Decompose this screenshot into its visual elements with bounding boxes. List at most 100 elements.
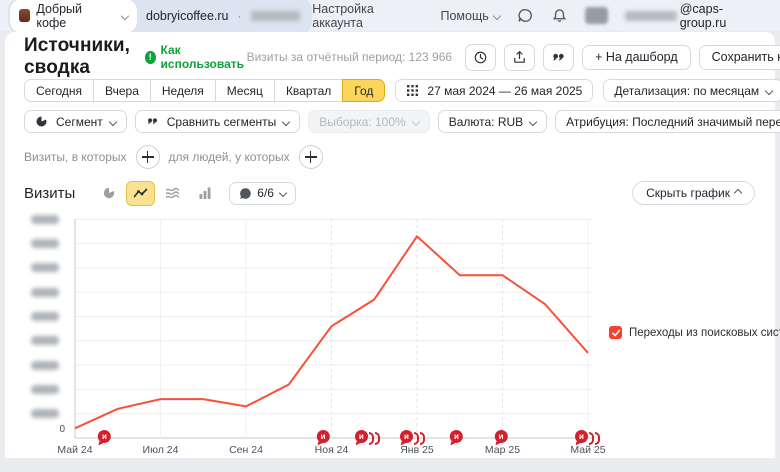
- segment-toolbar: Сегмент Сравнить сегменты Выборка: 100% …: [24, 110, 755, 133]
- annotation-marker-stacked[interactable]: и: [575, 430, 600, 445]
- chevron-down-icon: [411, 117, 419, 125]
- report-card: Источники, сводка ! Как использовать Виз…: [5, 32, 775, 458]
- check-icon: [611, 328, 621, 338]
- topbar: Добрый кофе dobryicoffee.ru · Настройка …: [0, 0, 780, 31]
- y-tick-label-redacted: [31, 312, 59, 321]
- chevron-up-icon: [734, 189, 742, 197]
- how-to-use-label: Как использовать: [161, 43, 247, 71]
- chevron-down-icon: [279, 189, 287, 197]
- chevron-down-icon: [765, 86, 773, 94]
- period-preset-Квартал[interactable]: Квартал: [275, 79, 343, 102]
- sampling-value: Выборка: 100%: [319, 115, 405, 129]
- stacked-arc-icon: [414, 432, 419, 445]
- y-tick-label-redacted: [31, 361, 59, 370]
- notifications-bell-icon[interactable]: [551, 7, 568, 24]
- email-prefix-redacted: [625, 11, 677, 21]
- chevron-down-icon: [282, 117, 290, 125]
- annotation-marker[interactable]: и: [98, 430, 111, 443]
- how-to-use-link[interactable]: ! Как использовать: [145, 43, 246, 71]
- y-tick-zero: 0: [51, 424, 65, 435]
- chevron-down-icon: [493, 11, 501, 19]
- annotation-marker-stacked[interactable]: и: [400, 430, 425, 445]
- counter-brand-pill[interactable]: Добрый кофе: [10, 0, 137, 33]
- annotation-marker[interactable]: и: [450, 430, 463, 443]
- period-preset-Вчера[interactable]: Вчера: [94, 79, 151, 102]
- save-as-split-button: Сохранить как: [699, 45, 780, 70]
- attribution-dropdown[interactable]: Атрибуция: Последний значимый переход кд: [555, 110, 780, 133]
- add-people-condition-button[interactable]: [299, 145, 323, 169]
- chevron-down-icon: [529, 117, 537, 125]
- legend-item[interactable]: Переходы из поисковых систем: [609, 326, 780, 339]
- y-tick-label-redacted: [31, 288, 59, 297]
- visits-line-chart[interactable]: 0 Май 24Июл 24Сен 24Ноя 24Янв 25Мар 25Ма…: [5, 206, 775, 458]
- help-menu[interactable]: Помощь: [441, 9, 500, 23]
- y-tick-label-redacted: [31, 336, 59, 345]
- export-button[interactable]: [504, 44, 535, 71]
- user-email[interactable]: @caps-group.ru: [625, 2, 766, 30]
- account-settings-link[interactable]: Настройка аккаунта: [312, 2, 423, 30]
- comment-bubble-icon: и: [355, 430, 368, 443]
- sampling-dropdown: Выборка: 100%: [308, 110, 429, 133]
- chart-type-columns-button[interactable]: [190, 181, 219, 206]
- segment-label: Сегмент: [56, 115, 103, 129]
- legend-checkbox[interactable]: [609, 326, 622, 339]
- metrics-count-dropdown[interactable]: 6/6: [229, 182, 296, 205]
- period-visits-summary: Визиты за отчётный период: 123 966: [247, 50, 453, 64]
- compare-segments-label: Сравнить сегменты: [167, 115, 277, 129]
- currency-dropdown[interactable]: Валюта: RUB: [438, 110, 547, 133]
- annotation-marker-stacked[interactable]: и: [355, 430, 380, 445]
- period-presets: СегодняВчераНеделяМесяцКварталГод: [24, 79, 385, 102]
- annotation-marker[interactable]: и: [317, 430, 330, 443]
- segments-drops-button[interactable]: [543, 44, 574, 71]
- topbar-right: Настройка аккаунта Помощь @caps-group.ru: [312, 2, 766, 30]
- filter-bar: Визиты, в которых для людей, у которых: [24, 145, 755, 169]
- x-tick-label: Мар 25: [485, 444, 520, 456]
- hide-chart-button[interactable]: Скрыть график: [632, 181, 755, 205]
- comment-bubble-icon: и: [317, 430, 330, 443]
- hide-chart-label: Скрыть график: [646, 186, 730, 200]
- calendar-grid-icon: [406, 84, 419, 97]
- counter-separator: ·: [238, 9, 242, 23]
- compare-segments-dropdown[interactable]: Сравнить сегменты: [135, 110, 301, 133]
- chart-type-line-button[interactable]: [126, 181, 155, 206]
- history-clock-button[interactable]: [465, 44, 496, 71]
- avatar[interactable]: [585, 7, 608, 24]
- chart-title: Визиты: [24, 185, 75, 202]
- stacked-arc-icon: [369, 432, 374, 445]
- add-to-dashboard-button[interactable]: + На дашборд: [582, 45, 691, 70]
- date-range-value: 27 мая 2024 — 26 мая 2025: [427, 84, 582, 98]
- detalization-dropdown[interactable]: Детализация: по месяцам: [603, 79, 780, 102]
- y-tick-label-redacted: [31, 239, 59, 248]
- period-preset-Год[interactable]: Год: [342, 79, 385, 102]
- date-range-button[interactable]: 27 мая 2024 — 26 мая 2025: [395, 79, 593, 102]
- page-title: Источники, сводка: [24, 35, 130, 79]
- save-as-button[interactable]: Сохранить как: [699, 45, 780, 70]
- period-preset-Сегодня[interactable]: Сегодня: [24, 79, 94, 102]
- segment-dropdown[interactable]: Сегмент: [24, 110, 127, 133]
- x-tick-label: Июл 24: [143, 444, 179, 456]
- period-preset-Месяц[interactable]: Месяц: [216, 79, 275, 102]
- period-preset-Неделя[interactable]: Неделя: [151, 79, 216, 102]
- pie-segment-icon: [35, 115, 48, 128]
- report-header: Источники, сводка ! Как использовать Виз…: [24, 44, 755, 70]
- chart-type-area-button[interactable]: [158, 181, 187, 206]
- period-toolbar: СегодняВчераНеделяМесяцКварталГод 27 мая…: [24, 79, 755, 102]
- chevron-down-icon: [109, 117, 117, 125]
- counter-switcher[interactable]: Добрый кофе dobryicoffee.ru ·: [8, 0, 312, 35]
- chart-type-pie-button[interactable]: [94, 181, 123, 206]
- stacked-arc-icon: [420, 432, 425, 445]
- counter-id-redacted: [251, 11, 301, 21]
- visits-condition-label: Визиты, в которых: [24, 150, 127, 164]
- y-tick-label-redacted: [31, 215, 59, 224]
- add-visit-condition-button[interactable]: [136, 145, 160, 169]
- chevron-down-icon: [121, 11, 129, 19]
- help-label: Помощь: [441, 9, 489, 23]
- x-tick-label: Сен 24: [229, 444, 263, 456]
- chat-icon[interactable]: [517, 7, 534, 24]
- comment-bubble-icon: и: [450, 430, 463, 443]
- email-domain: @caps-group.ru: [680, 2, 766, 30]
- x-tick-label: Май 24: [57, 444, 92, 456]
- counter-brand-name: Добрый кофе: [36, 2, 111, 30]
- comment-bubble-icon: и: [495, 430, 508, 443]
- annotation-marker[interactable]: и: [495, 430, 508, 443]
